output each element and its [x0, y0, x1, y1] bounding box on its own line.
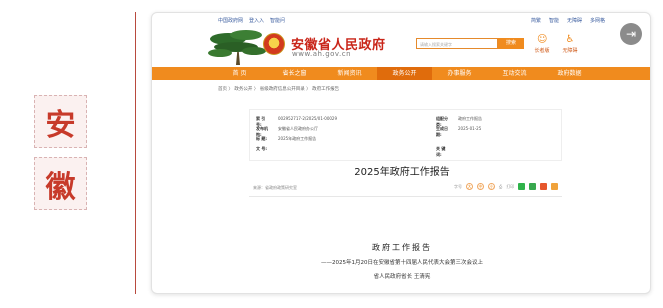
font-size-small-button[interactable]: 小	[488, 183, 495, 190]
info-key: 标 题:	[256, 136, 267, 141]
seal-text-2: 徽	[45, 169, 76, 205]
top-link[interactable]: 智能问	[270, 17, 285, 24]
divider-line	[249, 196, 562, 197]
seal-text-1: 安	[45, 107, 76, 143]
site-url: www.ah.gov.cn	[292, 50, 352, 58]
info-key: 关 键 词:	[436, 146, 446, 157]
info-key: 文 号:	[256, 146, 267, 151]
info-key: 生成日期:	[436, 126, 448, 137]
font-size-medium-button[interactable]: 中	[477, 183, 484, 190]
search-button[interactable]: 搜索	[498, 38, 524, 49]
weibo-share-icon[interactable]	[540, 183, 548, 190]
nav-item-news[interactable]: 新闻资讯	[322, 67, 377, 80]
seal-char-an: 安	[34, 95, 87, 148]
info-row: 关 键 词:	[436, 146, 458, 158]
document-info-box: 索 引 号: 002952717-2/2025/01-00029 发布机构: 安…	[249, 109, 562, 161]
quick-label: 长者版	[534, 48, 550, 54]
nav-item-interaction[interactable]: 互动交流	[487, 67, 542, 80]
top-link[interactable]: 无障碍	[567, 17, 582, 24]
top-link[interactable]: 中国政府网	[218, 17, 243, 24]
screenshot-card: 中国政府网 登入入 智能问 简繁 智能 无障碍 多网格 ⇥ 安徽省人民政府 ww…	[151, 12, 651, 294]
accessibility-button[interactable]: ♿ 无障碍	[557, 34, 583, 55]
elder-icon: ☺	[537, 34, 548, 45]
exit-icon[interactable]: ⇥	[620, 23, 642, 45]
wechat-moments-icon[interactable]	[529, 183, 537, 190]
nav-item-services[interactable]: 办事服务	[432, 67, 487, 80]
nav-item-governor[interactable]: 省长之窗	[267, 67, 322, 80]
top-links-left: 中国政府网 登入入 智能问	[218, 17, 285, 24]
nav-item-data[interactable]: 政府数据	[542, 67, 597, 80]
font-size-label: 字号	[454, 183, 462, 189]
elder-mode-button[interactable]: ☺ 长者版	[529, 34, 555, 55]
body-title: 政府工作报告	[372, 243, 432, 252]
top-link[interactable]: 简繁	[531, 17, 541, 24]
top-link[interactable]: 多网格	[590, 17, 605, 24]
info-row: 文 号:	[256, 146, 278, 152]
info-row: 标 题: 2025年政府工作报告	[256, 136, 316, 142]
search-input[interactable]: 请输入搜索关键字	[416, 38, 498, 49]
info-row: 生成日期: 2025-01-25	[436, 126, 481, 138]
top-link[interactable]: 登入入	[249, 17, 264, 24]
info-value: 2025-01-25	[458, 126, 482, 131]
body-signature: 省人民政府省长 王清宪	[373, 274, 431, 280]
qq-share-icon[interactable]	[551, 183, 559, 190]
print-label[interactable]: 打印	[506, 184, 514, 190]
top-links-right: 简繁 智能 无障碍 多网格	[531, 17, 605, 24]
font-size-large-button[interactable]: 大	[466, 183, 473, 190]
quick-label: 无障碍	[562, 48, 578, 54]
document-source: 来源：省政府政策研究室	[253, 185, 297, 190]
seal-char-hui: 徽	[34, 157, 87, 210]
pine-tree-icon	[208, 30, 266, 65]
main-nav: 首 页 省长之窗 新闻资讯 政务公开 办事服务 互动交流 政府数据	[152, 67, 650, 80]
article-tools: 字号 大 中 小 ⎙ 打印	[454, 183, 559, 190]
wechat-share-icon[interactable]	[518, 183, 526, 190]
nav-item-gov-affairs[interactable]: 政务公开	[377, 67, 432, 80]
nav-item-home[interactable]: 首 页	[212, 67, 267, 80]
body-subtitle: ——2025年1月20日在安徽省第十四届人民代表大会第三次会议上	[321, 260, 483, 266]
page: 安 徽 中国政府网 登入入 智能问 简繁 智能 无障碍 多网格 ⇥ 安徽省人民政…	[0, 0, 663, 308]
top-link[interactable]: 智能	[549, 17, 559, 24]
document-title: 2025年政府工作报告	[354, 167, 450, 178]
accessibility-icon: ♿	[565, 34, 575, 45]
national-emblem-icon	[263, 33, 285, 55]
breadcrumb[interactable]: 首页 〉 政务公开 〉 省级政府信息公开目录 〉 政府工作报告	[218, 86, 339, 92]
info-value: 2025年政府工作报告	[278, 136, 317, 141]
vertical-divider	[135, 12, 136, 294]
print-icon[interactable]: ⎙	[499, 184, 502, 189]
